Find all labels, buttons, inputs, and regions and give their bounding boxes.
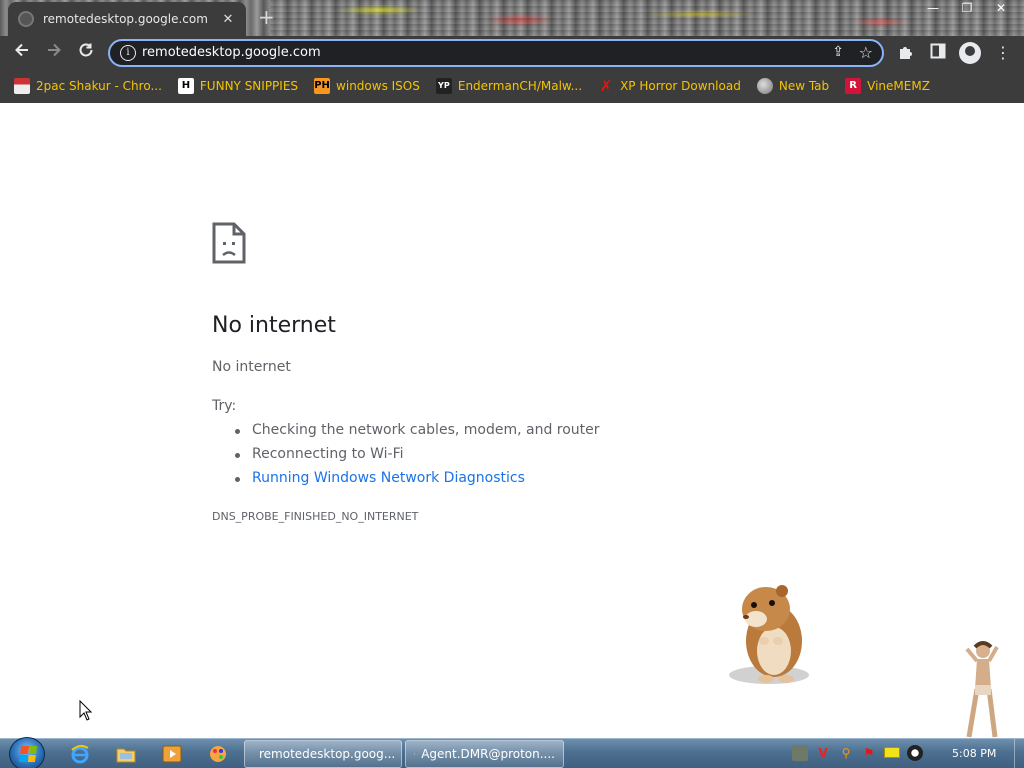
ph-favicon-icon: PH	[314, 78, 331, 94]
tab-close-icon[interactable]: ✕	[220, 12, 236, 27]
taskbar-agent-window[interactable]: Agent.DMR@proton....	[405, 740, 564, 768]
r-favicon-icon: R	[845, 78, 862, 94]
search-tray-icon[interactable]: ⚲	[838, 745, 854, 761]
paint-app-icon[interactable]	[202, 742, 234, 766]
x-favicon-icon: ✗	[599, 77, 613, 95]
new-tab-button[interactable]: +	[258, 6, 275, 28]
taskbar-clock[interactable]: 5:08 PM	[952, 747, 996, 760]
mouse-pointer-icon	[79, 700, 93, 721]
dancer-desktop-pet	[965, 641, 999, 738]
browser-chrome: remotedesktop.google.com ✕ + — ❐ ✕ i rem…	[0, 0, 1024, 103]
bookmark-label: XP Horror Download	[620, 79, 741, 93]
network-diagnostics-link[interactable]: Running Windows Network Diagnostics	[235, 470, 600, 494]
profile-avatar-icon[interactable]	[959, 42, 981, 64]
show-desktop-button[interactable]	[1014, 739, 1024, 768]
try-label: Try:	[212, 398, 237, 414]
h-favicon-icon: H	[177, 78, 194, 94]
bookmark-item[interactable]: PH windows ISOS	[314, 74, 420, 98]
bookmark-label: windows ISOS	[336, 79, 420, 93]
sad-document-icon	[212, 222, 246, 264]
2pac-favicon-icon	[14, 78, 30, 94]
error-title: No internet	[212, 313, 336, 338]
page-content: No internet No internet Try: Checking th…	[0, 103, 1024, 738]
suggestion-item: Reconnecting to Wi-Fi	[235, 446, 600, 470]
yp-favicon-icon: YP	[435, 78, 452, 94]
tab-favicon-icon	[18, 11, 34, 27]
bookmark-item[interactable]: R VineMEMZ	[845, 74, 930, 98]
forward-button[interactable]	[42, 41, 66, 65]
side-panel-icon[interactable]	[928, 43, 948, 63]
window-controls: — ❐ ✕	[916, 0, 1018, 16]
tab-title: remotedesktop.google.com	[43, 12, 208, 26]
windows-logo-icon	[18, 746, 38, 762]
error-code: DNS_PROBE_FINISHED_NO_INTERNET	[212, 510, 419, 523]
bookmark-item[interactable]: New Tab	[756, 74, 830, 98]
file-explorer-icon[interactable]	[110, 742, 142, 766]
restore-button[interactable]: ❐	[950, 0, 984, 16]
share-icon[interactable]: ⇪	[832, 44, 844, 60]
taskbar-chrome-window[interactable]: remotedesktop.goog...	[244, 740, 402, 768]
bookmark-label: FUNNY SNIPPIES	[199, 79, 299, 93]
suggestion-item: Checking the network cables, modem, and …	[235, 422, 600, 446]
address-bar[interactable]: i remotedesktop.google.com ⇪ ☆	[108, 39, 884, 67]
window-icon	[414, 753, 416, 755]
bookmark-star-icon[interactable]: ☆	[859, 43, 873, 62]
minimize-button[interactable]: —	[916, 0, 950, 16]
bookmark-item[interactable]: YP EndermanCH/Malw...	[435, 74, 583, 98]
error-subtitle: No internet	[212, 359, 291, 375]
close-window-button[interactable]: ✕	[984, 0, 1018, 16]
bookmarks-bar: 2pac Shakur - Chro... H FUNNY SNIPPIES P…	[0, 69, 1024, 103]
taskbar-task-label: remotedesktop.goog...	[259, 747, 396, 761]
start-button[interactable]	[9, 737, 45, 768]
bookmark-item[interactable]: H FUNNY SNIPPIES	[177, 74, 299, 98]
reload-button[interactable]	[74, 41, 98, 65]
site-info-icon[interactable]: i	[120, 45, 136, 61]
bookmark-item[interactable]: ✗ XP Horror Download	[598, 74, 741, 98]
bookmark-item[interactable]: 2pac Shakur - Chro...	[14, 74, 162, 98]
bookmark-label: EndermanCH/Malw...	[457, 79, 583, 93]
tab-active[interactable]: remotedesktop.google.com ✕	[8, 2, 246, 36]
bookmark-label: VineMEMZ	[867, 79, 930, 93]
kebab-menu-icon[interactable]: ⋮	[993, 43, 1013, 63]
v-tray-icon[interactable]: V	[815, 745, 831, 761]
hamster-desktop-pet	[729, 585, 809, 684]
reload-icon	[79, 43, 93, 57]
media-player-icon[interactable]	[156, 742, 188, 766]
back-button[interactable]	[10, 41, 34, 65]
bookmark-label: New Tab	[778, 79, 830, 93]
address-bar-url[interactable]: remotedesktop.google.com	[142, 45, 321, 60]
browser-toolbar: i remotedesktop.google.com ⇪ ☆ ⋮	[0, 36, 1024, 69]
bookmark-label: 2pac Shakur - Chro...	[36, 79, 162, 93]
windows-taskbar: remotedesktop.goog... Agent.DMR@proton..…	[0, 737, 1024, 768]
suggestion-list: Checking the network cables, modem, and …	[235, 422, 600, 494]
globe-favicon-icon	[756, 78, 773, 94]
forward-arrow-icon	[48, 43, 61, 57]
network-tray-icon[interactable]	[792, 745, 808, 761]
extensions-puzzle-icon[interactable]	[896, 43, 916, 63]
system-tray: V ⚲ ⚑	[792, 745, 923, 761]
taskbar-task-label: Agent.DMR@proton....	[421, 747, 555, 761]
internet-explorer-icon[interactable]	[64, 742, 96, 766]
volume-tray-icon[interactable]	[907, 745, 923, 761]
message-tray-icon[interactable]	[884, 747, 900, 758]
back-arrow-icon	[15, 43, 28, 57]
flag-tray-icon[interactable]: ⚑	[861, 745, 877, 761]
